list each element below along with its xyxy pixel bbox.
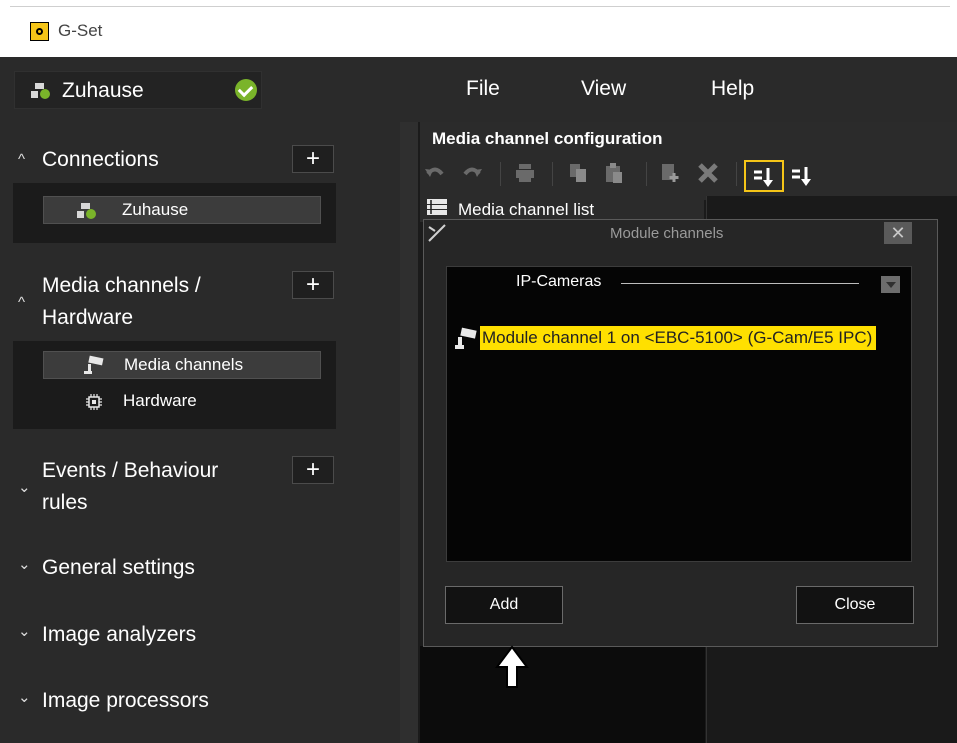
section-events-title-line2[interactable]: rules (42, 487, 88, 519)
section-image-processors-title[interactable]: Image processors (42, 685, 209, 717)
sidebar-item-media-channels[interactable]: Media channels (43, 351, 321, 379)
splitter[interactable] (400, 122, 418, 743)
print-icon[interactable] (514, 162, 536, 184)
camera-icon (84, 355, 104, 374)
list-content (420, 646, 705, 743)
connection-icon (31, 83, 50, 99)
sidebar-item-label: Zuhause (122, 200, 189, 219)
sort-icon[interactable] (791, 165, 813, 187)
camera-icon (455, 327, 477, 349)
sidebar-item-zuhause[interactable]: Zuhause (43, 196, 321, 224)
title-bar-rule (10, 6, 950, 7)
section-connections-title[interactable]: Connections (42, 144, 159, 176)
sidebar-item-hardware[interactable]: Hardware (43, 388, 321, 416)
toolbar-divider (736, 162, 737, 186)
group-divider (621, 283, 859, 284)
sort-active-button[interactable] (744, 160, 784, 192)
connection-name: Zuhause (62, 79, 144, 102)
connection-icon (77, 203, 96, 219)
copy-icon[interactable] (567, 162, 589, 184)
add-connection-button[interactable]: + (292, 145, 334, 173)
menu-help[interactable]: Help (711, 77, 754, 101)
section-image-analyzers-title[interactable]: Image analyzers (42, 619, 196, 651)
sidebar: ^ Connections + Zuhause ^ Media channels… (0, 122, 400, 743)
expand-caret-icon[interactable]: ⌄ (18, 555, 31, 573)
list-icon (427, 199, 447, 215)
undo-icon[interactable] (424, 162, 446, 184)
toolbar-divider (646, 162, 647, 186)
media-list: Media channels Hardware (13, 341, 336, 429)
close-button[interactable]: Close (796, 586, 914, 624)
window-title: G-Set (58, 21, 103, 40)
chip-icon (86, 394, 102, 410)
connected-check-icon (235, 79, 257, 101)
media-channel-list-label: Media channel list (458, 200, 595, 219)
group-collapse-icon[interactable] (881, 276, 900, 293)
pointer-arrow-icon (495, 645, 529, 688)
section-events-title-line1[interactable]: Events / Behaviour (42, 455, 218, 487)
section-media-title-line2[interactable]: Hardware (42, 302, 133, 334)
list-item-module-channel[interactable]: Module channel 1 on <EBC-5100> (G-Cam/E5… (480, 326, 877, 350)
module-channel-list (446, 266, 912, 562)
page-title: Media channel configuration (432, 129, 663, 148)
redo-icon[interactable] (461, 162, 483, 184)
expand-caret-icon[interactable]: ⌄ (18, 688, 31, 706)
toolbar-divider (500, 162, 501, 186)
connections-list: Zuhause (13, 183, 336, 243)
delete-icon[interactable] (697, 162, 719, 184)
add-media-channel-button[interactable]: + (292, 271, 334, 299)
add-icon[interactable] (659, 162, 681, 184)
dialog-title: Module channels (610, 225, 724, 242)
add-button[interactable]: Add (445, 586, 563, 624)
menu-file[interactable]: File (466, 77, 500, 101)
dialog-close-icon[interactable]: ✕ (884, 222, 912, 244)
toolbar-divider (552, 162, 553, 186)
connection-selector[interactable]: Zuhause (14, 71, 262, 109)
top-bar: Zuhause File View Help (0, 57, 957, 122)
pin-icon (428, 224, 446, 242)
expand-caret-icon[interactable]: ⌄ (18, 478, 31, 496)
add-event-rule-button[interactable]: + (292, 456, 334, 484)
sidebar-item-label: Media channels (124, 355, 244, 374)
sort-active-icon (754, 168, 773, 187)
section-media-title-line1[interactable]: Media channels / (42, 270, 201, 302)
menu-view[interactable]: View (581, 77, 626, 101)
sidebar-item-label: Hardware (123, 391, 197, 410)
app-logo-icon (30, 22, 49, 41)
collapse-caret-icon[interactable]: ^ (18, 294, 25, 311)
window-title-bar: G-Set (0, 0, 957, 57)
paste-icon[interactable] (603, 162, 625, 184)
expand-caret-icon[interactable]: ⌄ (18, 622, 31, 640)
section-general-settings-title[interactable]: General settings (42, 552, 195, 584)
group-header-ip-cameras: IP-Cameras (516, 273, 602, 290)
collapse-caret-icon[interactable]: ^ (18, 151, 25, 168)
